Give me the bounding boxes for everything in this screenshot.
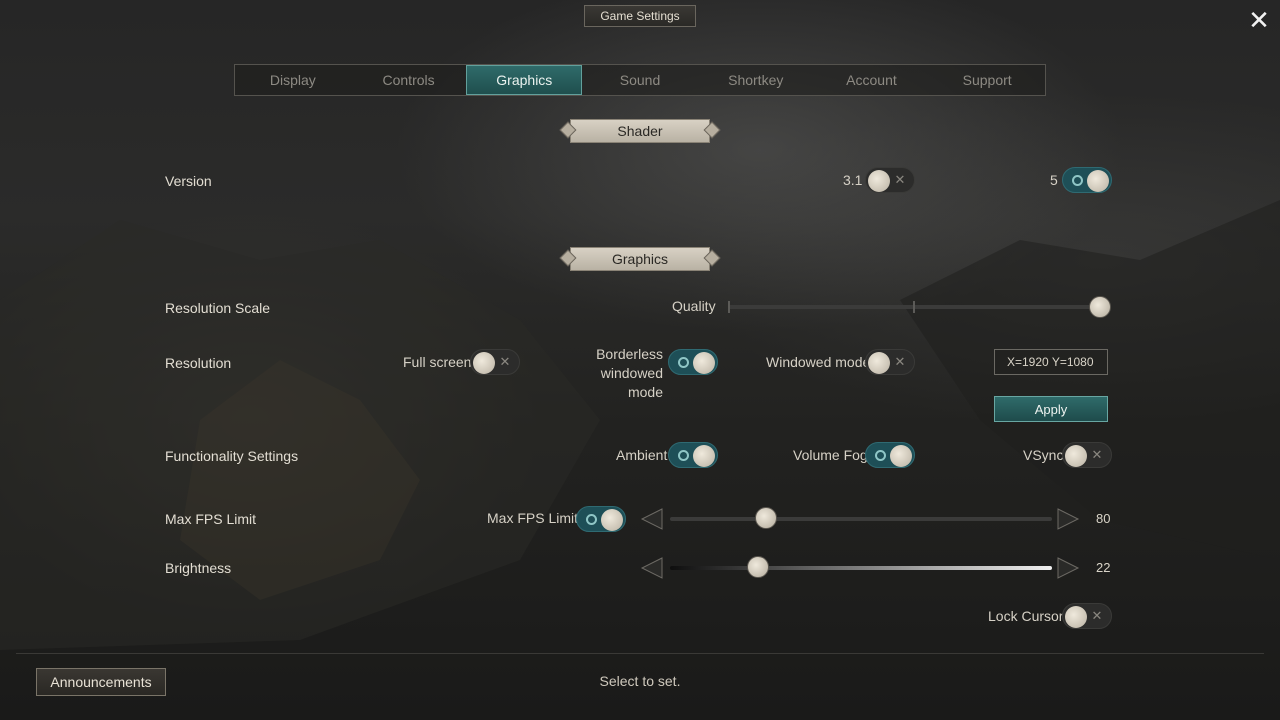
full-screen-toggle[interactable]: ✕	[470, 349, 520, 375]
x-mark-icon: ✕	[1091, 447, 1103, 462]
borderless-label-line: Borderless windowed	[596, 346, 663, 381]
version-label: Version	[165, 173, 212, 189]
tab-shortkey[interactable]: Shortkey	[698, 65, 814, 95]
circle-mark-icon	[581, 507, 601, 531]
slider-tick	[913, 301, 915, 313]
x-mark-icon: ✕	[1091, 608, 1103, 623]
toggle-knob	[1065, 445, 1087, 467]
toggle-knob	[890, 445, 912, 467]
tab-support[interactable]: Support	[929, 65, 1045, 95]
resolution-label: Resolution	[165, 355, 232, 371]
increase-arrow-icon[interactable]	[1056, 556, 1080, 580]
footer-divider	[16, 653, 1264, 654]
lock-cursor-toggle[interactable]: ✕	[1062, 603, 1112, 629]
functionality-settings-label: Functionality Settings	[165, 448, 299, 464]
max-fps-limit-label: Max FPS Limit	[165, 511, 257, 527]
game-settings-title-plate: Game Settings	[576, 2, 704, 30]
toggle-knob	[601, 509, 623, 531]
version-5-toggle[interactable]	[1062, 167, 1112, 193]
borderless-label-line: mode	[627, 384, 663, 400]
decrease-arrow-icon[interactable]	[640, 507, 664, 531]
ambient-label: Ambient	[616, 447, 668, 463]
brightness-label: Brightness	[165, 560, 232, 576]
section-header-shader: Shader	[559, 115, 721, 147]
section-title: Graphics	[570, 247, 710, 271]
x-mark-icon: ✕	[894, 172, 906, 187]
windowed-mode-toggle[interactable]: ✕	[865, 349, 915, 375]
max-fps-slider[interactable]	[670, 517, 1052, 521]
resolution-scale-label: Resolution Scale	[165, 300, 271, 316]
close-icon[interactable]: ✕	[1246, 7, 1272, 34]
resolution-scale-knob[interactable]	[1089, 296, 1111, 318]
tab-sound[interactable]: Sound	[582, 65, 698, 95]
full-screen-label: Full screen	[403, 354, 472, 370]
toggle-knob	[473, 352, 495, 374]
toggle-knob	[1065, 606, 1087, 628]
circle-mark-icon	[673, 443, 693, 467]
apply-button[interactable]: Apply	[994, 396, 1108, 422]
tab-controls[interactable]: Controls	[351, 65, 467, 95]
tab-graphics[interactable]: Graphics	[466, 65, 583, 95]
lock-cursor-label: Lock Cursor	[988, 608, 1064, 624]
max-fps-value: 80	[1096, 511, 1111, 526]
section-header-graphics: Graphics	[559, 243, 721, 275]
toggle-knob	[693, 445, 715, 467]
toggle-knob	[868, 170, 890, 192]
volume-fog-toggle[interactable]	[865, 442, 915, 468]
max-fps-slider-knob[interactable]	[754, 507, 777, 529]
toggle-knob	[868, 352, 890, 374]
x-mark-icon: ✕	[894, 354, 906, 369]
resolution-dropdown[interactable]: X=1920 Y=1080	[994, 349, 1108, 375]
settings-tabs: Display Controls Graphics Sound Shortkey…	[234, 64, 1046, 96]
ambient-toggle[interactable]	[668, 442, 718, 468]
max-fps-toggle-label: Max FPS Limit	[487, 510, 579, 526]
vsync-toggle[interactable]: ✕	[1062, 442, 1112, 468]
vsync-label: VSync	[1023, 447, 1064, 463]
x-mark-icon: ✕	[499, 354, 511, 369]
section-title: Shader	[570, 119, 710, 143]
quality-label: Quality	[672, 298, 716, 314]
page-title: Game Settings	[584, 5, 696, 27]
windowed-mode-label: Windowed mode	[766, 354, 871, 370]
increase-arrow-icon[interactable]	[1056, 507, 1080, 531]
borderless-windowed-toggle[interactable]	[668, 349, 718, 375]
version-5-label: 5	[1050, 172, 1058, 188]
circle-mark-icon	[870, 443, 890, 467]
version-3-1-toggle[interactable]: ✕	[865, 167, 915, 193]
brightness-slider[interactable]	[670, 566, 1052, 570]
volume-fog-label: Volume Fog	[793, 447, 868, 463]
brightness-value: 22	[1096, 560, 1111, 575]
toggle-knob	[1087, 170, 1109, 192]
decrease-arrow-icon[interactable]	[640, 556, 664, 580]
brightness-slider-knob[interactable]	[746, 556, 769, 578]
max-fps-toggle[interactable]	[576, 506, 626, 532]
tab-account[interactable]: Account	[814, 65, 930, 95]
slider-tick	[728, 301, 730, 313]
borderless-windowed-label: Borderless windowed mode	[530, 345, 663, 402]
circle-mark-icon	[1067, 168, 1087, 192]
version-3-1-label: 3.1	[843, 172, 863, 188]
status-hint: Select to set.	[599, 673, 681, 689]
toggle-knob	[693, 352, 715, 374]
circle-mark-icon	[673, 350, 693, 374]
tab-display[interactable]: Display	[235, 65, 351, 95]
